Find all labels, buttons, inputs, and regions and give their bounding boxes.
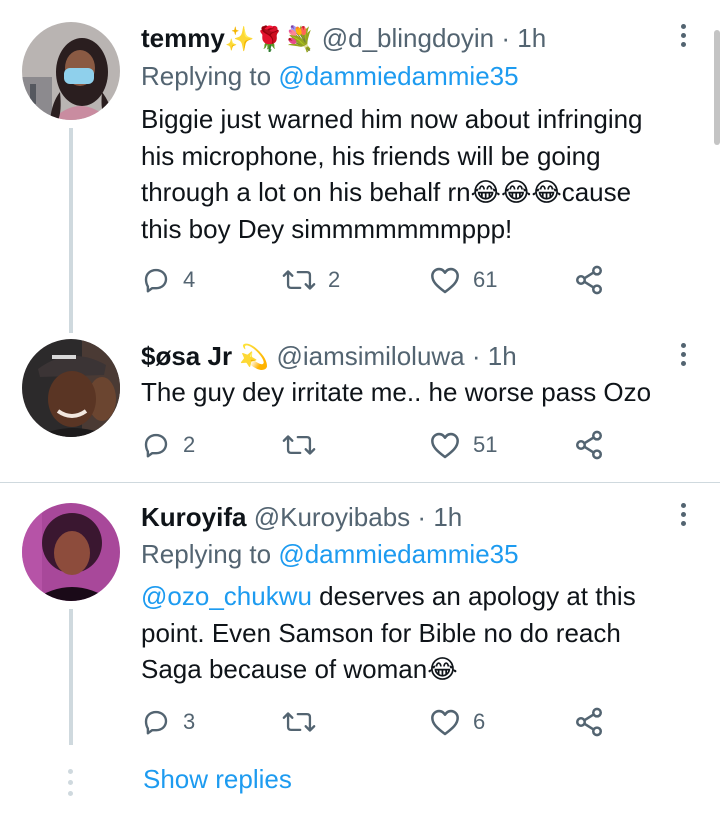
tweet-text-line: through a lot on his behalf rn😂😂😂cause [141, 177, 632, 207]
tweet-text-line: @ozo_chukwu deserves an apology at this [141, 578, 681, 615]
reply-count: 3 [183, 709, 196, 734]
reply-button[interactable]: 2 [141, 425, 195, 465]
retweet-button[interactable] [282, 425, 316, 465]
more-icon[interactable] [677, 343, 689, 371]
tweet-text-line: this boy Dey simmmmmmmppp! [141, 213, 513, 244]
retweet-icon [282, 712, 316, 732]
tweet-text-fragment: deserves an apology at this [311, 581, 636, 611]
reply-count: 4 [183, 267, 196, 292]
separator-dot: · [417, 502, 427, 532]
user-handle[interactable]: @d_blingdoyin [322, 23, 494, 53]
display-name[interactable]: $øsa Jr [141, 341, 232, 371]
show-replies-link[interactable]: Show replies [143, 763, 292, 795]
tweet-sosa-jr[interactable]: $øsa Jr 💫 @iamsimiloluwa · 1h The guy de… [0, 335, 720, 482]
retweet-count: 2 [328, 267, 341, 292]
name-emoji: 💫 [239, 343, 270, 371]
avatar[interactable] [22, 339, 120, 437]
thread-line [69, 128, 73, 333]
reply-icon [144, 710, 168, 735]
reply-button[interactable]: 3 [141, 702, 195, 742]
retweet-button[interactable] [282, 702, 316, 742]
like-button[interactable]: 6 [429, 702, 485, 742]
share-icon [576, 707, 602, 737]
more-icon[interactable] [677, 503, 689, 531]
replying-to-mention[interactable]: @dammiedammie35 [278, 539, 518, 569]
user-handle[interactable]: @iamsimiloluwa [276, 341, 464, 371]
separator-dot: · [501, 23, 511, 53]
reply-button[interactable]: 4 [141, 260, 195, 300]
share-button[interactable] [573, 260, 605, 300]
share-icon [576, 265, 602, 295]
replying-to: Replying to @dammiedammie35 [141, 538, 519, 570]
share-icon [576, 430, 602, 460]
thread-line [69, 609, 73, 745]
tweet-text-line: Saga because of woman😂 [141, 654, 458, 684]
tweet-text-line: his microphone, his friends will be goin… [141, 140, 601, 171]
like-button[interactable]: 61 [429, 260, 497, 300]
timestamp[interactable]: 1h [433, 502, 462, 532]
tweet-text-line: The guy dey irritate me.. he worse pass … [141, 377, 652, 407]
share-button[interactable] [573, 425, 605, 465]
heart-icon [431, 432, 459, 459]
heart-icon [431, 267, 459, 294]
replying-to-label: Replying to [141, 539, 272, 569]
retweet-button[interactable]: 2 [282, 260, 340, 300]
thread-dots [68, 769, 73, 802]
replying-to: Replying to @dammiedammie35 [141, 60, 519, 92]
timestamp[interactable]: 1h [517, 23, 546, 53]
tweet-header: temmy✨🌹💐 @d_blingdoyin · 1h [141, 22, 546, 55]
like-count: 6 [473, 709, 486, 734]
heart-icon [431, 709, 459, 736]
tweet-actions: 2 51 [141, 425, 621, 465]
avatar[interactable] [22, 503, 120, 601]
tweet-actions: 4 2 61 [141, 260, 621, 300]
reply-icon [144, 433, 168, 458]
tweet-text-line: point. Even Samson for Bible no do reach [141, 617, 621, 648]
tweet-text-line: Biggie just warned him now about infring… [141, 104, 643, 134]
tweet-header: $øsa Jr 💫 @iamsimiloluwa · 1h [141, 340, 517, 373]
like-button[interactable]: 51 [429, 425, 497, 465]
mention-link[interactable]: @ozo_chukwu [141, 581, 312, 611]
separator-dot: · [471, 341, 481, 371]
replying-to-label: Replying to [141, 61, 272, 91]
reply-count: 2 [183, 432, 196, 457]
retweet-icon [282, 435, 316, 455]
avatar[interactable] [22, 22, 120, 120]
display-name[interactable]: temmy [141, 23, 225, 53]
display-name[interactable]: Kuroyifa [141, 502, 246, 532]
share-button[interactable] [573, 702, 605, 742]
like-count: 61 [473, 267, 498, 292]
tweet-header: Kuroyifa @Kuroyibabs · 1h [141, 501, 462, 533]
tweet-temmy[interactable]: temmy✨🌹💐 @d_blingdoyin · 1h Replying to … [0, 0, 720, 335]
tweet-actions: 3 6 [141, 702, 621, 742]
tweet-kuroyifa[interactable]: Kuroyifa @Kuroyibabs · 1h Replying to @d… [0, 483, 720, 819]
timestamp[interactable]: 1h [488, 341, 517, 371]
retweet-icon [282, 270, 316, 290]
tweet-text: @ozo_chukwu deserves an apology at this … [141, 578, 681, 688]
replying-to-mention[interactable]: @dammiedammie35 [278, 61, 518, 91]
reply-icon [144, 268, 168, 293]
name-emoji: ✨🌹💐 [224, 25, 315, 53]
tweet-text: Biggie just warned him now about infring… [141, 101, 681, 247]
tweet-text: The guy dey irritate me.. he worse pass … [141, 374, 681, 411]
like-count: 51 [473, 432, 498, 457]
more-icon[interactable] [677, 24, 689, 52]
scrollbar[interactable] [714, 30, 720, 145]
user-handle[interactable]: @Kuroyibabs [254, 502, 410, 532]
